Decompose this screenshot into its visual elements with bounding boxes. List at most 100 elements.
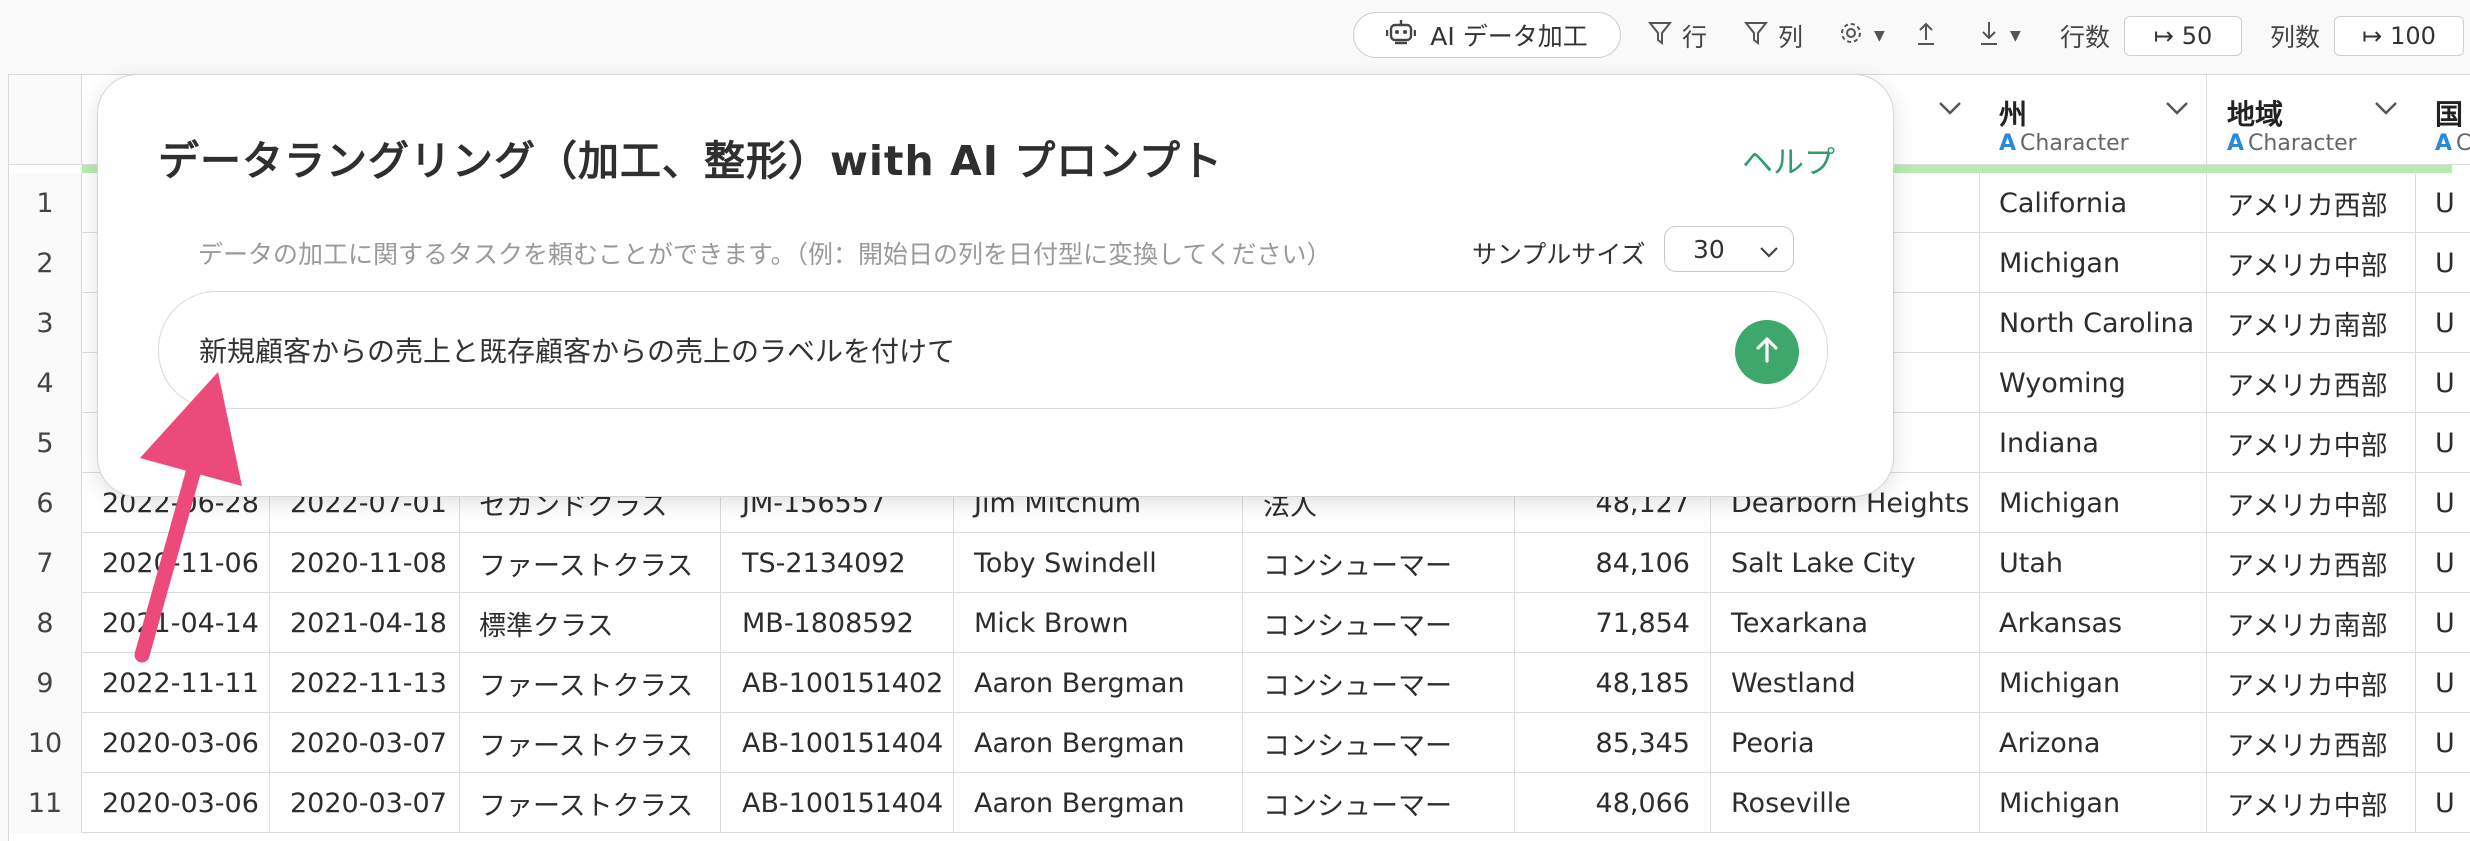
table-cell: ファーストクラス bbox=[459, 533, 721, 593]
ai-data-wrangling-button[interactable]: AI データ加工 bbox=[1353, 12, 1621, 58]
table-cell: 71,854 bbox=[1515, 593, 1711, 653]
table-cell: U bbox=[2415, 173, 2470, 233]
table-cell: 2020-03-06 bbox=[82, 773, 270, 833]
table-cell: 標準クラス bbox=[459, 593, 721, 653]
table-cell: U bbox=[2415, 413, 2470, 473]
column-type: A Character bbox=[2227, 131, 2357, 156]
ai-button-label: AI データ加工 bbox=[1430, 22, 1588, 51]
download-menu-button[interactable]: ▼ bbox=[1978, 18, 2021, 54]
send-arrow-icon bbox=[1752, 335, 1782, 369]
table-cell: アメリカ中部 bbox=[2207, 413, 2416, 473]
caret-down-icon: ▼ bbox=[2010, 28, 2021, 44]
table-cell: AB-100151404 bbox=[722, 773, 954, 833]
sample-size-label: サンプルサイズ bbox=[1472, 240, 1646, 269]
table-row: 8 2021-04-14 2021-04-18 標準クラス MB-1808592 Mick… bbox=[9, 593, 2470, 653]
column-type: ACh bbox=[2435, 131, 2470, 156]
column-count-input[interactable]: ↦ 100 bbox=[2334, 16, 2464, 56]
column-header-state[interactable]: 州 A Character bbox=[1979, 75, 2207, 165]
table-cell: Arizona bbox=[1979, 713, 2207, 773]
row-number: 10 bbox=[9, 713, 82, 773]
table-cell: 84,106 bbox=[1515, 533, 1711, 593]
table-cell: Wyoming bbox=[1979, 353, 2207, 413]
table-cell: AB-100151404 bbox=[722, 713, 954, 773]
gear-icon bbox=[1838, 20, 1864, 52]
table-cell: Indiana bbox=[1979, 413, 2207, 473]
dialog-description: データの加工に関するタスクを頼むことができます。（例：開始日の列を日付型に変換し… bbox=[198, 240, 1332, 269]
table-cell: 2021-04-14 bbox=[82, 593, 270, 653]
table-cell: 48,066 bbox=[1515, 773, 1711, 833]
table-row: 10 2020-03-06 2020-03-07 ファーストクラス AB-1001514… bbox=[9, 713, 2470, 773]
table-cell: アメリカ中部 bbox=[2207, 773, 2416, 833]
table-cell: U bbox=[2415, 533, 2470, 593]
column-name: 州 bbox=[1999, 98, 2028, 131]
table-cell: アメリカ西部 bbox=[2207, 353, 2416, 413]
row-number: 9 bbox=[9, 653, 82, 713]
table-cell: アメリカ西部 bbox=[2207, 173, 2416, 233]
chevron-down-icon[interactable] bbox=[1937, 97, 1963, 122]
table-cell: 2020-03-07 bbox=[270, 713, 460, 773]
table-cell: California bbox=[1979, 173, 2207, 233]
upload-button[interactable] bbox=[1915, 18, 1937, 54]
chevron-down-icon[interactable] bbox=[2164, 97, 2190, 122]
filter-icon bbox=[1743, 20, 1769, 52]
table-cell: Westland bbox=[1711, 653, 1980, 713]
table-cell: Michigan bbox=[1979, 653, 2207, 713]
robot-icon bbox=[1386, 18, 1417, 52]
table-cell: コンシューマー bbox=[1243, 533, 1515, 593]
table-cell: MB-1808592 bbox=[722, 593, 954, 653]
table-cell: Roseville bbox=[1711, 773, 1980, 833]
send-button[interactable] bbox=[1735, 320, 1799, 384]
row-number: 8 bbox=[9, 593, 82, 653]
table-cell: アメリカ南部 bbox=[2207, 593, 2416, 653]
sample-size-select[interactable]: 30 bbox=[1664, 226, 1794, 272]
table-cell: U bbox=[2415, 473, 2470, 533]
column-count-value: 100 bbox=[2390, 22, 2436, 50]
row-filter-label: 行 bbox=[1682, 23, 1708, 52]
prompt-input[interactable]: 新規顧客からの売上と既存顧客からの売上のラベルを付けて bbox=[158, 291, 1828, 409]
table-cell: U bbox=[2415, 593, 2470, 653]
limit-icon: ↦ bbox=[2362, 22, 2383, 50]
table-cell: U bbox=[2415, 233, 2470, 293]
table-row: 11 2020-03-06 2020-03-07 ファーストクラス AB-1001514… bbox=[9, 773, 2470, 833]
table-row: 7 2020-11-06 2020-11-08 ファーストクラス TS-2134092 T… bbox=[9, 533, 2470, 593]
table-cell: アメリカ南部 bbox=[2207, 293, 2416, 353]
row-filter-button[interactable]: 行 bbox=[1647, 18, 1708, 54]
table-cell: コンシューマー bbox=[1243, 653, 1515, 713]
table-row: 9 2022-11-11 2022-11-13 ファーストクラス AB-10015140… bbox=[9, 653, 2470, 713]
row-number: 2 bbox=[9, 233, 82, 293]
row-number: 6 bbox=[9, 473, 82, 533]
help-link[interactable]: ヘルプ bbox=[1742, 137, 1835, 182]
table-cell: AB-100151402 bbox=[722, 653, 954, 713]
caret-down-icon: ▼ bbox=[1874, 28, 1885, 44]
table-cell: Mick Brown bbox=[954, 593, 1243, 653]
column-filter-button[interactable]: 列 bbox=[1743, 18, 1804, 54]
table-cell: Michigan bbox=[1979, 233, 2207, 293]
table-cell: U bbox=[2415, 713, 2470, 773]
table-cell: Texarkana bbox=[1711, 593, 1980, 653]
column-filter-label: 列 bbox=[1778, 23, 1804, 52]
limit-icon: ↦ bbox=[2153, 22, 2174, 50]
filter-icon bbox=[1647, 20, 1673, 52]
table-cell: U bbox=[2415, 773, 2470, 833]
table-cell: 85,345 bbox=[1515, 713, 1711, 773]
settings-menu-button[interactable]: ▼ bbox=[1838, 18, 1885, 54]
table-cell: 2021-04-18 bbox=[270, 593, 460, 653]
row-number: 1 bbox=[9, 173, 82, 233]
prompt-text: 新規顧客からの売上と既存顧客からの売上のラベルを付けて bbox=[199, 335, 956, 368]
row-count-value: 50 bbox=[2181, 22, 2213, 50]
upload-icon bbox=[1915, 20, 1937, 52]
row-count-input[interactable]: ↦ 50 bbox=[2124, 16, 2242, 56]
column-header-region[interactable]: 地域 A Character bbox=[2207, 75, 2416, 165]
table-cell: コンシューマー bbox=[1243, 773, 1515, 833]
table-cell: 2022-11-13 bbox=[270, 653, 460, 713]
table-cell: ファーストクラス bbox=[459, 713, 721, 773]
toolbar: AI データ加工 行 列 ▼ ▼ 行数 ↦ 50 列数 ↦ 100 bbox=[0, 0, 2470, 74]
table-cell: U bbox=[2415, 353, 2470, 413]
table-cell: コンシューマー bbox=[1243, 593, 1515, 653]
row-number: 11 bbox=[9, 773, 82, 833]
chevron-down-icon[interactable] bbox=[2373, 97, 2399, 122]
column-header-country[interactable]: 国 ACh bbox=[2415, 75, 2470, 165]
table-cell: U bbox=[2415, 653, 2470, 713]
row-number: 7 bbox=[9, 533, 82, 593]
character-type-icon: A bbox=[2227, 131, 2245, 156]
